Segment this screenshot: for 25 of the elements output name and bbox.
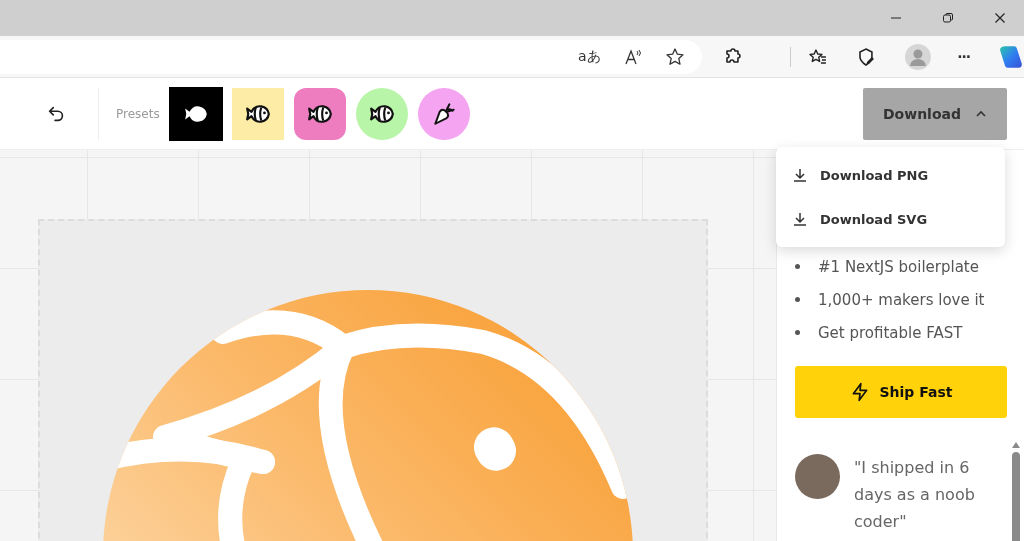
preset-swatch[interactable]: [231, 87, 284, 140]
download-menu-item[interactable]: Download PNG: [776, 153, 1005, 197]
feature-bullet: Get profitable FAST: [818, 323, 963, 342]
avatar-photo-placeholder: [795, 454, 840, 499]
translate-icon[interactable]: aあ: [578, 47, 601, 66]
preset-swatch[interactable]: [293, 87, 346, 140]
download-button[interactable]: Download: [863, 87, 1007, 140]
scrollbar[interactable]: [1010, 442, 1022, 541]
address-bar[interactable]: aあ: [0, 39, 702, 74]
restore-icon[interactable]: [942, 12, 954, 24]
copilot-icon[interactable]: [998, 43, 1024, 70]
ship-fast-button[interactable]: Ship Fast: [795, 366, 1007, 418]
close-icon[interactable]: [994, 12, 1006, 24]
testimonial-quote: "I shipped in 6 days as a noob coder": [854, 457, 976, 533]
download-icon: [792, 167, 808, 183]
favorites-icon[interactable]: [807, 46, 828, 67]
preset-swatch[interactable]: [169, 87, 222, 140]
avatar-icon[interactable]: [905, 43, 932, 70]
download-icon: [792, 211, 808, 227]
star-icon[interactable]: [664, 46, 685, 67]
feature-bullet: 1,000+ makers love it: [818, 290, 985, 309]
more-menu-icon[interactable]: ···: [957, 48, 971, 65]
feature-bullet: #1 NextJS boilerplate: [818, 257, 979, 276]
download-menu-item[interactable]: Download SVG: [776, 197, 1005, 241]
presets-label: Presets: [116, 106, 160, 121]
